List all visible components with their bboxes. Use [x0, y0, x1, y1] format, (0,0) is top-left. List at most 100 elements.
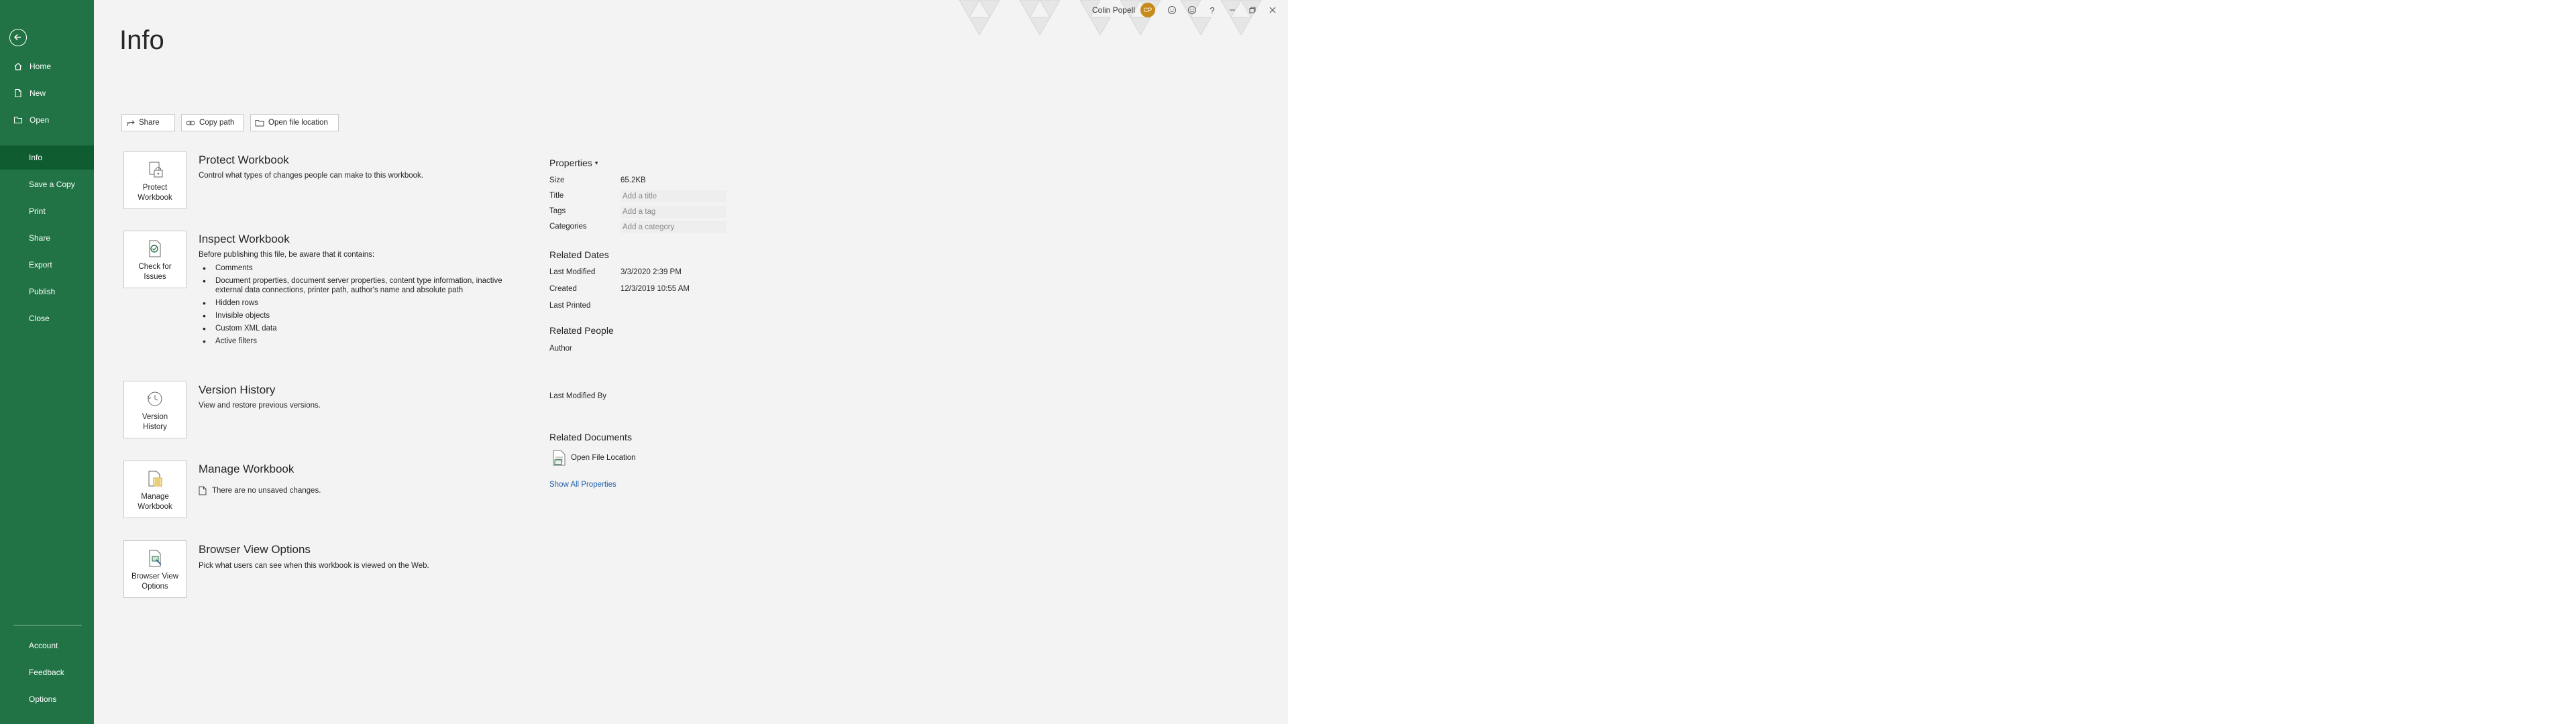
sidebar-item-feedback[interactable]: Feedback [0, 660, 94, 684]
show-all-properties-link[interactable]: Show All Properties [549, 481, 616, 489]
copy-path-button-label: Copy path [199, 119, 235, 127]
property-key: Categories [549, 223, 587, 231]
related-people-heading: Related People [549, 325, 614, 336]
window-titlebar: Colin Popell CP ? [1092, 0, 1288, 20]
open-folder-icon [12, 115, 24, 125]
protect-workbook-title: Protect Workbook [199, 154, 289, 166]
check-for-issues-button[interactable]: Check for Issues [123, 231, 186, 288]
properties-dropdown[interactable]: Properties ▾ [549, 158, 598, 168]
sidebar-item-label: Home [30, 62, 52, 71]
property-value: 12/3/2019 10:55 AM [621, 285, 690, 293]
manage-workbook-title: Manage Workbook [199, 463, 294, 475]
browser-view-tile-label-2: Options [142, 583, 168, 591]
property-row-last-modified: Last Modified 3/3/2020 2:39 PM [549, 268, 764, 280]
back-arrow-icon[interactable] [9, 29, 27, 46]
properties-heading: Properties [549, 158, 592, 168]
open-file-location-button-label: Open file location [268, 119, 328, 127]
sidebar-item-label: Print [29, 206, 46, 216]
inspect-workbook-description: Before publishing this file, be aware th… [199, 251, 375, 259]
sidebar-item-label: Publish [29, 287, 56, 296]
inspect-workbook-title: Inspect Workbook [199, 233, 290, 245]
manage-workbook-description: There are no unsaved changes. [212, 487, 321, 495]
share-button[interactable]: Share [121, 114, 175, 131]
manage-workbook-icon [145, 468, 165, 489]
categories-field[interactable]: Add a category [621, 221, 727, 233]
share-button-label: Share [139, 119, 160, 127]
list-item: Invisible objects [199, 311, 507, 320]
list-item: Active filters [199, 337, 507, 346]
property-key: Author [549, 345, 572, 353]
title-field[interactable]: Add a title [621, 190, 727, 202]
folder-icon [255, 119, 264, 127]
list-item: Hidden rows [199, 298, 507, 308]
sidebar-item-export[interactable]: Export [0, 253, 94, 277]
version-history-title: Version History [199, 383, 276, 396]
manage-workbook-status: There are no unsaved changes. [199, 486, 321, 495]
sidebar-item-label: Feedback [29, 668, 64, 677]
version-history-button[interactable]: Version History [123, 381, 186, 438]
copy-path-button[interactable]: Copy path [181, 114, 244, 131]
property-row-size: Size 65.2KB [549, 176, 764, 188]
lock-icon [145, 159, 165, 180]
inspect-issues-list: Comments Document properties, document s… [199, 263, 507, 349]
property-value: 65.2KB [621, 176, 646, 184]
property-key: Created [549, 285, 577, 293]
restore-icon[interactable] [1242, 0, 1263, 20]
avatar[interactable]: CP [1140, 3, 1155, 17]
manage-workbook-button[interactable]: Manage Workbook [123, 461, 186, 518]
home-icon [12, 62, 24, 71]
chevron-down-icon: ▾ [594, 159, 598, 166]
manage-workbook-tile-label: Manage Workbook [138, 493, 172, 511]
sidebar-item-share[interactable]: Share [0, 226, 94, 250]
list-item: Document properties, document server pro… [199, 276, 504, 295]
sidebar-item-close[interactable]: Close [0, 306, 94, 330]
sidebar-item-label: Info [29, 153, 43, 162]
list-item: Custom XML data [199, 324, 507, 333]
property-key: Tags [549, 207, 566, 215]
property-key: Last Modified [549, 268, 596, 276]
sidebar-item-home[interactable]: Home [0, 54, 94, 78]
sidebar-item-new[interactable]: New [0, 81, 94, 105]
sidebar-item-publish[interactable]: Publish [0, 280, 94, 304]
property-row-tags: Tags Add a tag [549, 206, 764, 219]
sidebar-item-label: Save a Copy [29, 180, 75, 189]
sidebar-item-save-a-copy[interactable]: Save a Copy [0, 172, 94, 196]
sidebar-item-label: Options [29, 695, 57, 704]
sidebar-item-label: Account [29, 641, 58, 650]
open-file-location-button[interactable]: Open file location [250, 114, 339, 131]
minimize-icon[interactable] [1222, 0, 1242, 20]
sidebar-item-info[interactable]: Info [0, 145, 94, 170]
new-document-icon [12, 88, 24, 98]
protect-workbook-tile-label: Protect Workbook [138, 184, 172, 202]
close-icon[interactable] [1263, 0, 1283, 20]
account-name[interactable]: Colin Popell [1092, 5, 1135, 15]
property-row-title: Title Add a title [549, 190, 764, 204]
open-file-location-link[interactable]: Open File Location [551, 449, 636, 467]
document-icon [199, 486, 207, 495]
property-row-created: Created 12/3/2019 10:55 AM [549, 285, 764, 297]
sidebar-item-account[interactable]: Account [0, 634, 94, 658]
property-row-last-modified-by: Last Modified By [549, 392, 764, 404]
help-icon[interactable]: ? [1202, 0, 1222, 20]
check-for-issues-tile-label: Check for Issues [138, 263, 172, 281]
property-key: Last Printed [549, 302, 591, 310]
inspect-document-icon [145, 238, 165, 259]
link-icon [186, 119, 195, 127]
frown-feedback-icon[interactable] [1182, 0, 1202, 20]
browser-view-options-button[interactable]: Browser View Options [123, 540, 186, 598]
excel-backstage-window: Home New Open Info Save a Copy Print Sha… [0, 0, 1288, 724]
version-history-icon [145, 388, 165, 410]
browser-view-icon [145, 548, 165, 569]
protect-workbook-description: Control what types of changes people can… [199, 172, 423, 180]
browser-view-tile-label-1: Browser View [131, 572, 179, 581]
tags-field[interactable]: Add a tag [621, 206, 727, 218]
smiley-feedback-icon[interactable] [1162, 0, 1182, 20]
property-key: Size [549, 176, 565, 184]
file-location-icon [551, 449, 568, 467]
version-history-tile-label-2: History [143, 423, 167, 431]
protect-workbook-button[interactable]: Protect Workbook [123, 152, 186, 209]
sidebar-item-open[interactable]: Open [0, 108, 94, 132]
sidebar-item-options[interactable]: Options [0, 687, 94, 711]
sidebar-item-print[interactable]: Print [0, 199, 94, 223]
related-documents-heading: Related Documents [549, 432, 632, 442]
